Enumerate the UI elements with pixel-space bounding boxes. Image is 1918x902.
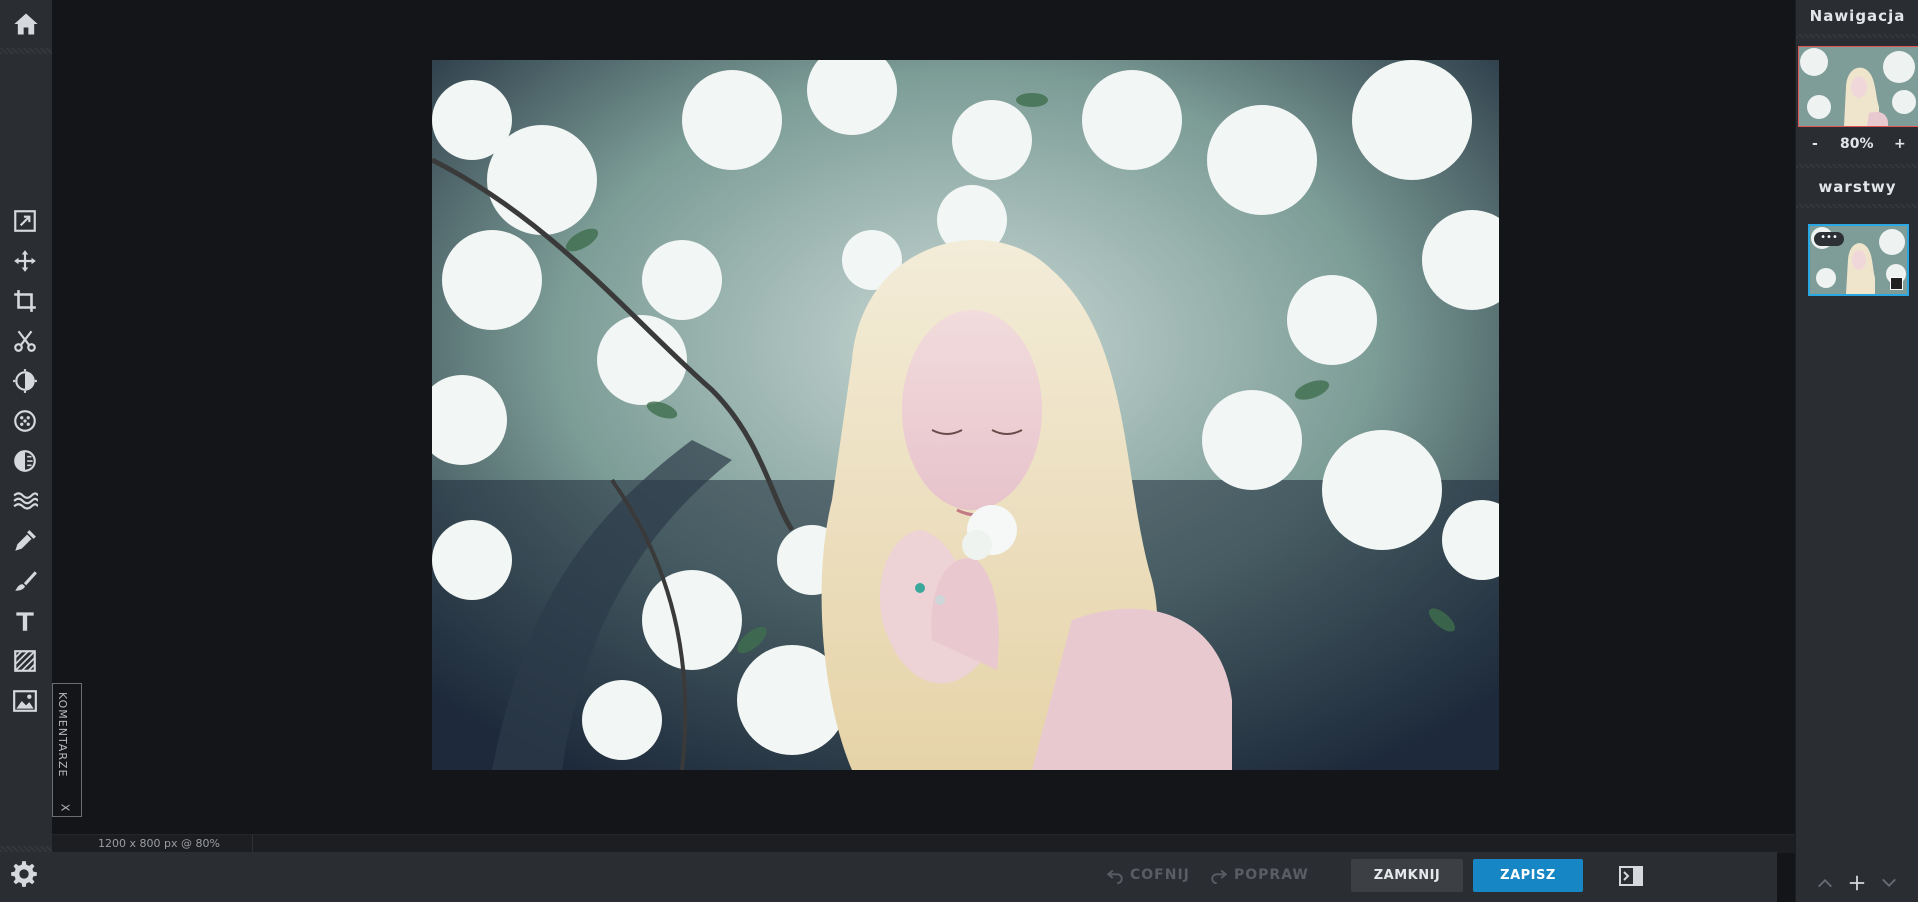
text-icon[interactable] xyxy=(10,606,40,636)
layer-actions xyxy=(1816,874,1898,892)
zoom-in-button[interactable]: + xyxy=(1894,136,1906,152)
photo-canvas[interactable] xyxy=(432,60,1499,770)
close-icon[interactable]: X xyxy=(58,804,71,812)
add-layer-icon[interactable] xyxy=(1848,874,1866,892)
toolbar-separator xyxy=(0,846,52,852)
filter-icon[interactable] xyxy=(10,406,40,436)
zoom-value: 80% xyxy=(1840,136,1874,152)
save-button[interactable]: ZAPISZ xyxy=(1473,859,1583,892)
chevron-up-icon[interactable] xyxy=(1816,874,1834,892)
gear-icon[interactable] xyxy=(10,860,40,890)
navigation-title: Nawigacja xyxy=(1809,7,1906,25)
panel-separator xyxy=(1796,34,1918,38)
waves-icon[interactable] xyxy=(10,486,40,516)
layer-item[interactable]: ••• xyxy=(1808,224,1909,296)
panel-separator xyxy=(1796,204,1918,208)
photo-image xyxy=(432,60,1499,770)
redo-button[interactable]: POPRAW xyxy=(1210,866,1309,884)
zoom-controls: - 80% + xyxy=(1796,136,1918,158)
layers-title: warstwy xyxy=(1818,178,1897,196)
panel-separator xyxy=(1796,164,1918,168)
bottom-bar: COFNIJ POPRAW ZAMKNIJ ZAPISZ xyxy=(52,852,1777,902)
image-icon[interactable] xyxy=(10,686,40,716)
home-icon[interactable] xyxy=(12,10,40,38)
right-panel: Nawigacja - 80% + warstwy ••• xyxy=(1795,0,1918,902)
crop-icon[interactable] xyxy=(10,286,40,316)
comments-label: KOMENTARZE xyxy=(56,692,69,778)
redo-icon xyxy=(1211,869,1228,884)
undo-icon xyxy=(1106,869,1123,884)
cut-icon[interactable] xyxy=(10,326,40,356)
adjust-icon[interactable] xyxy=(10,206,40,236)
brightness-icon[interactable] xyxy=(10,366,40,396)
comments-tab[interactable]: KOMENTARZE X xyxy=(52,683,82,817)
layer-menu-icon[interactable]: ••• xyxy=(1814,232,1844,246)
navigation-thumbnail[interactable] xyxy=(1798,46,1918,127)
status-divider xyxy=(252,835,253,853)
eyedropper-icon[interactable] xyxy=(10,526,40,556)
left-toolbar xyxy=(0,0,52,902)
toolbar-separator xyxy=(0,48,52,54)
undo-label: COFNIJ xyxy=(1130,867,1190,883)
panel-toggle-icon[interactable] xyxy=(1619,866,1643,886)
status-bar: 1200 x 800 px @ 80% xyxy=(52,834,1795,853)
layer-visibility-checkbox[interactable] xyxy=(1890,277,1903,290)
undo-button[interactable]: COFNIJ xyxy=(1106,866,1190,884)
redo-label: POPRAW xyxy=(1234,867,1309,883)
move-icon[interactable] xyxy=(10,246,40,276)
canvas-area[interactable] xyxy=(52,0,1777,834)
image-info: 1200 x 800 px @ 80% xyxy=(98,837,220,850)
chevron-down-icon[interactable] xyxy=(1880,874,1898,892)
texture-icon[interactable] xyxy=(10,646,40,676)
vignette-icon[interactable] xyxy=(10,446,40,476)
zoom-out-button[interactable]: - xyxy=(1812,136,1818,152)
brush-icon[interactable] xyxy=(10,566,40,596)
close-button[interactable]: ZAMKNIJ xyxy=(1351,859,1463,892)
